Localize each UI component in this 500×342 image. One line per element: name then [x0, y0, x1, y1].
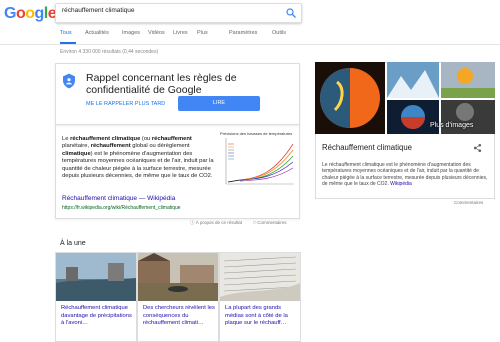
news-card[interactable]: La plupart des grands médias sont à côté…	[219, 252, 301, 342]
snippet-text-bold: réchauffement	[151, 136, 192, 142]
logo-letter: o	[25, 5, 35, 22]
snippet-text: Le réchauffement climatique (ou réchauff…	[62, 136, 215, 180]
comments-link[interactable]: Commentaires	[257, 220, 286, 225]
news-thumbnail	[220, 253, 300, 301]
result-stats: Environ 4 330 000 résultats (0,44 second…	[60, 49, 159, 55]
tab-parametres[interactable]: Paramètres	[229, 30, 257, 36]
snippet-text-part: Le	[62, 136, 71, 142]
news-card[interactable]: Des chercheurs révèlent les conséquences…	[137, 252, 219, 342]
comment-icon: □	[253, 220, 257, 225]
news-title[interactable]: Réchauffement climatique davantage de pr…	[61, 305, 133, 328]
read-button[interactable]: LIRE	[178, 96, 260, 111]
logo-letter: G	[4, 5, 16, 22]
snippet-text-bold: réchauffement	[90, 143, 131, 150]
privacy-title: Rappel concernant les règles de confiden…	[86, 72, 237, 96]
snippet-text-bold: réchauffement climatique	[70, 136, 141, 142]
header-divider	[0, 44, 500, 45]
news-card[interactable]: Réchauffement climatique davantage de pr…	[55, 252, 137, 342]
tab-images[interactable]: Images	[122, 30, 140, 36]
news-thumbnail	[138, 253, 218, 301]
temperature-chart-thumbnail[interactable]: Prévisions des hausses de températures	[220, 131, 296, 191]
remind-later-button[interactable]: ME LE RAPPELER PLUS TARD	[86, 101, 165, 107]
tab-outils[interactable]: Outils	[272, 30, 286, 36]
news-title[interactable]: La plupart des grands médias sont à côté…	[225, 305, 297, 328]
news-thumbnail	[56, 253, 136, 301]
logo-letter: o	[15, 5, 26, 22]
result-url: https://fr.wikipedia.org/wiki/Réchauffem…	[62, 205, 181, 211]
knowledge-panel-title: Réchauffement climatique	[322, 143, 413, 152]
share-icon[interactable]	[473, 143, 482, 153]
tab-livres[interactable]: Livres	[173, 30, 188, 36]
snippet-text-part: global ou dérèglement	[130, 143, 190, 150]
privacy-reminder-card: Rappel concernant les règles de confiden…	[55, 63, 300, 125]
snippet-text-bold: climatique	[62, 150, 91, 157]
more-images-link[interactable]: Plus d'images	[430, 122, 473, 129]
search-icon[interactable]	[285, 7, 297, 19]
news-title[interactable]: Des chercheurs révèlent les conséquences…	[143, 305, 215, 328]
wikipedia-link[interactable]: Wikipédia	[390, 181, 412, 187]
about-result-link[interactable]: À propos de ce résultat	[196, 220, 242, 225]
tab-tous[interactable]: Tous	[60, 30, 72, 36]
knowledge-panel-comments[interactable]: Commentaires	[454, 200, 483, 205]
snippet-text-part: planétaire,	[62, 143, 91, 150]
search-box[interactable]	[55, 3, 302, 23]
knowledge-panel-description: Le réchauffement climatique est le phéno…	[322, 162, 488, 188]
wikipedia-result-link[interactable]: Réchauffement climatique — Wikipédia	[62, 195, 175, 202]
tab-plus[interactable]: Plus	[197, 30, 208, 36]
google-logo[interactable]: Google	[4, 5, 57, 23]
search-input[interactable]	[62, 7, 277, 14]
snippet-footer: ⓘ À propos de ce résultat □ Commentaires	[190, 220, 287, 226]
help-icon: ⓘ	[190, 220, 195, 225]
tab-actualites[interactable]: Actualités	[85, 30, 109, 36]
chart-image	[220, 136, 296, 188]
tab-videos[interactable]: Vidéos	[148, 30, 165, 36]
top-stories-heading: À la une	[60, 240, 86, 247]
featured-snippet: Le réchauffement climatique (ou réchauff…	[55, 124, 300, 219]
snippet-text-part: (ou	[140, 136, 152, 142]
shield-icon	[63, 73, 75, 89]
logo-letter: g	[34, 5, 45, 22]
